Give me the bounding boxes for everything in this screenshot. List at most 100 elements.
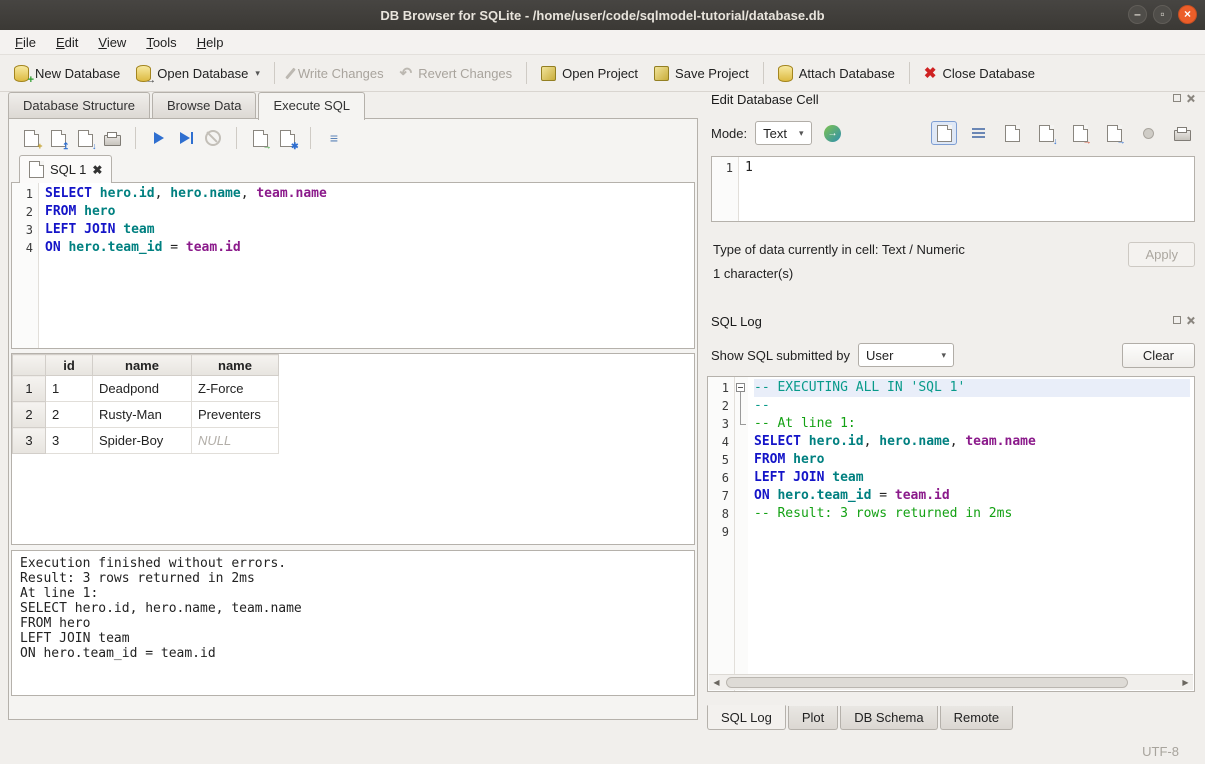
attach-database-button[interactable]: Attach Database bbox=[770, 60, 903, 87]
sql-log-view[interactable]: 123456789 -- EXECUTING ALL IN 'SQL 1'---… bbox=[707, 376, 1195, 692]
tab-execute-sql[interactable]: Execute SQL bbox=[258, 92, 365, 120]
code-line[interactable]: -- bbox=[754, 397, 1190, 415]
menu-help[interactable]: Help bbox=[188, 32, 233, 53]
close-button[interactable]: × bbox=[1178, 5, 1197, 24]
minimize-button[interactable]: – bbox=[1128, 5, 1147, 24]
row-header[interactable]: 3 bbox=[13, 428, 46, 454]
menu-file[interactable]: File bbox=[6, 32, 45, 53]
execute-sql-panel: + ↥ ↓ → ✱ ≡ SQL 1 ✖ 1234 SELECT hero.i bbox=[8, 118, 698, 720]
table-cell[interactable]: Preventers bbox=[192, 402, 279, 428]
mode-select[interactable]: Text ▾ bbox=[755, 121, 811, 145]
sql-tab[interactable]: SQL 1 ✖ bbox=[19, 155, 112, 183]
new-database-button[interactable]: + New Database bbox=[6, 60, 128, 87]
close-tab-icon[interactable]: ✖ bbox=[92, 163, 102, 177]
table-row: 22Rusty-ManPreventers bbox=[13, 402, 279, 428]
sql-file-icon bbox=[29, 161, 44, 178]
float-panel-icon[interactable] bbox=[1173, 316, 1181, 324]
copy-cell-icon[interactable] bbox=[999, 121, 1025, 145]
table-cell[interactable]: 2 bbox=[46, 402, 93, 428]
scroll-left-icon[interactable]: ◀ bbox=[709, 678, 724, 687]
save-cell-icon[interactable]: ↓ bbox=[1033, 121, 1059, 145]
log-code-area[interactable]: -- EXECUTING ALL IN 'SQL 1'---- At line … bbox=[748, 377, 1194, 691]
table-cell[interactable]: Spider-Boy bbox=[93, 428, 192, 454]
maximize-button[interactable]: ▫ bbox=[1153, 5, 1172, 24]
print-icon[interactable] bbox=[102, 128, 122, 148]
open-database-button[interactable]: → Open Database ▾ bbox=[128, 60, 268, 87]
column-header-name1[interactable]: name bbox=[93, 355, 192, 376]
chevron-down-icon: ▾ bbox=[941, 350, 946, 361]
export-icon[interactable]: → bbox=[250, 128, 270, 148]
code-line[interactable]: FROM hero bbox=[754, 451, 1190, 469]
tab-browse-data[interactable]: Browse Data bbox=[152, 92, 256, 119]
cell-editor[interactable]: 1 1 bbox=[711, 156, 1195, 222]
row-header[interactable]: 1 bbox=[13, 376, 46, 402]
fold-marker[interactable] bbox=[735, 379, 748, 397]
edit-cell-dock-icons bbox=[1173, 94, 1195, 103]
toolbar-separator bbox=[310, 127, 311, 149]
line-number: 1 bbox=[712, 159, 733, 177]
table-cell[interactable]: Rusty-Man bbox=[93, 402, 192, 428]
print-cell-icon[interactable] bbox=[1169, 121, 1195, 145]
attach-icon[interactable]: ✱ bbox=[277, 128, 297, 148]
code-line[interactable]: ON hero.team_id = team.id bbox=[754, 487, 1190, 505]
column-header-id[interactable]: id bbox=[46, 355, 93, 376]
open-project-button[interactable]: Open Project bbox=[533, 61, 646, 86]
null-cell-icon[interactable] bbox=[1135, 121, 1161, 145]
sql-code-area[interactable]: SELECT hero.id, hero.name, team.nameFROM… bbox=[39, 183, 694, 348]
row-header[interactable]: 2 bbox=[13, 402, 46, 428]
clear-button[interactable]: Clear bbox=[1122, 343, 1195, 368]
close-panel-icon[interactable] bbox=[1186, 94, 1195, 103]
code-line[interactable]: FROM hero bbox=[45, 203, 690, 221]
chevron-down-icon[interactable]: ▾ bbox=[255, 68, 260, 79]
scrollbar-track[interactable] bbox=[724, 675, 1178, 690]
scroll-right-icon[interactable]: ▶ bbox=[1178, 678, 1193, 687]
text-view-icon[interactable] bbox=[931, 121, 957, 145]
import-cell-icon[interactable]: → bbox=[1067, 121, 1093, 145]
new-tab-icon[interactable]: + bbox=[21, 128, 41, 148]
code-line[interactable]: ON hero.team_id = team.id bbox=[45, 239, 690, 257]
menu-edit[interactable]: Edit bbox=[47, 32, 87, 53]
button-label: New Database bbox=[35, 66, 120, 81]
menu-tools[interactable]: Tools bbox=[137, 32, 185, 53]
column-header-name2[interactable]: name bbox=[192, 355, 279, 376]
table-cell[interactable]: 3 bbox=[46, 428, 93, 454]
toolbar-separator bbox=[274, 62, 275, 84]
import-data-icon[interactable]: → bbox=[820, 121, 846, 145]
table-cell[interactable]: 1 bbox=[46, 376, 93, 402]
close-database-button[interactable]: ✖ Close Database bbox=[916, 61, 1043, 86]
code-line[interactable]: SELECT hero.id, hero.name, team.name bbox=[45, 185, 690, 203]
float-panel-icon[interactable] bbox=[1173, 94, 1181, 102]
save-project-button[interactable]: Save Project bbox=[646, 61, 757, 86]
fold-gutter[interactable] bbox=[735, 377, 748, 691]
code-line[interactable] bbox=[754, 523, 1190, 541]
menu-view[interactable]: View bbox=[89, 32, 135, 53]
code-line[interactable]: -- At line 1: bbox=[754, 415, 1190, 433]
code-line[interactable]: SELECT hero.id, hero.name, team.name bbox=[754, 433, 1190, 451]
execute-all-icon[interactable] bbox=[149, 128, 169, 148]
close-panel-icon[interactable] bbox=[1186, 316, 1195, 325]
horizontal-scrollbar[interactable]: ◀ ▶ bbox=[709, 674, 1193, 690]
scrollbar-thumb[interactable] bbox=[726, 677, 1128, 688]
save-sql-file-icon[interactable]: ↓ bbox=[75, 128, 95, 148]
cell-content[interactable]: 1 bbox=[739, 157, 1194, 221]
open-sql-file-icon[interactable]: ↥ bbox=[48, 128, 68, 148]
code-line[interactable]: -- EXECUTING ALL IN 'SQL 1' bbox=[754, 379, 1190, 397]
sql-editor[interactable]: 1234 SELECT hero.id, hero.name, team.nam… bbox=[11, 182, 695, 349]
bottom-tab-plot[interactable]: Plot bbox=[788, 706, 838, 730]
bottom-tab-remote[interactable]: Remote bbox=[940, 706, 1014, 730]
table-cell[interactable]: NULL bbox=[192, 428, 279, 454]
results-header-row: id name name bbox=[13, 355, 279, 376]
word-wrap-icon[interactable] bbox=[965, 121, 991, 145]
bottom-tab-db-schema[interactable]: DB Schema bbox=[840, 706, 937, 730]
execute-line-icon[interactable] bbox=[176, 128, 196, 148]
word-wrap-icon[interactable]: ≡ bbox=[324, 128, 344, 148]
table-cell[interactable]: Z-Force bbox=[192, 376, 279, 402]
bottom-tab-sql-log[interactable]: SQL Log bbox=[707, 705, 786, 730]
code-line[interactable]: LEFT JOIN team bbox=[45, 221, 690, 239]
export-cell-icon[interactable]: → bbox=[1101, 121, 1127, 145]
code-line[interactable]: -- Result: 3 rows returned in 2ms bbox=[754, 505, 1190, 523]
code-line[interactable]: LEFT JOIN team bbox=[754, 469, 1190, 487]
submitter-select[interactable]: User ▾ bbox=[858, 343, 954, 367]
tab-database-structure[interactable]: Database Structure bbox=[8, 92, 150, 119]
table-cell[interactable]: Deadpond bbox=[93, 376, 192, 402]
